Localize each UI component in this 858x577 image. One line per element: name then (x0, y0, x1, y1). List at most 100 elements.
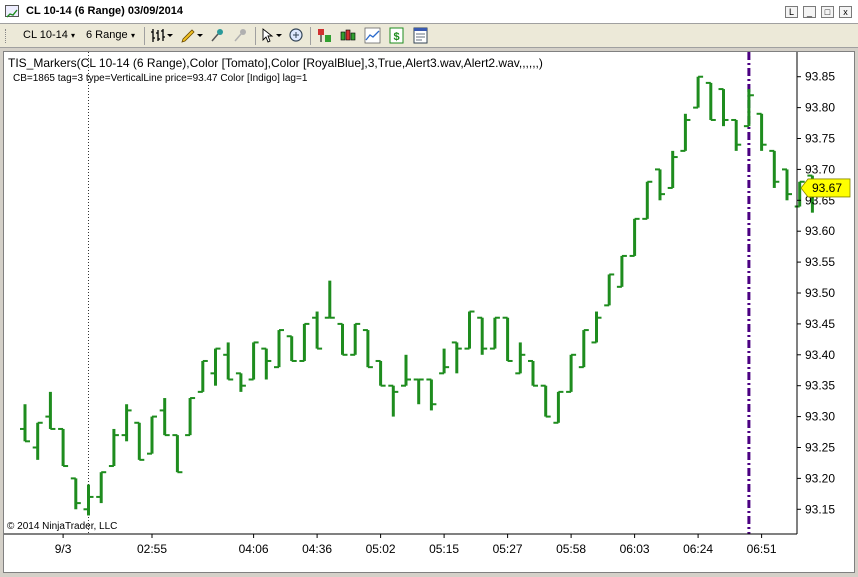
ohlc-bar (743, 89, 754, 128)
ohlc-bar (274, 329, 284, 369)
ohlc-bar (248, 341, 259, 381)
y-tick-label: 93.60 (805, 224, 835, 238)
ohlc-bar (413, 378, 424, 405)
current-price-badge: 93.67 (800, 178, 851, 198)
ohlc-bar (83, 484, 94, 516)
close-button[interactable]: x (839, 6, 852, 18)
ohlc-bar (515, 342, 526, 375)
y-tick-label: 93.75 (805, 132, 835, 146)
chart-toolbar: CL 10-14 ▾ 6 Range ▾ $ (0, 24, 858, 48)
link-button[interactable]: L (785, 6, 798, 18)
ohlc-bar (489, 316, 500, 350)
ohlc-bar (223, 342, 234, 381)
zoom-icon[interactable] (288, 27, 305, 44)
maximize-button[interactable]: □ (821, 6, 834, 18)
strategies-icon[interactable] (316, 27, 333, 44)
y-tick-label: 93.45 (805, 317, 835, 331)
y-tick-label: 93.35 (805, 379, 835, 393)
window-title: CL 10-14 (6 Range) 03/09/2014 (26, 5, 183, 17)
y-tick-label: 93.50 (805, 286, 835, 300)
x-tick-label: 06:51 (747, 542, 777, 556)
marker-info-label: CB=1865 tag=3 type=VerticalLine price=93… (13, 73, 308, 84)
svg-text:$: $ (393, 31, 399, 43)
ohlc-bar (769, 149, 780, 188)
ohlc-bar (185, 397, 196, 437)
unpin-icon[interactable] (232, 27, 249, 44)
period-dropdown-icon[interactable]: ▾ (131, 31, 135, 40)
ohlc-bar (299, 322, 310, 362)
ohlc-bar (591, 311, 602, 344)
instrument-dropdown-icon[interactable]: ▾ (71, 31, 75, 40)
ohlc-bar (464, 310, 475, 350)
ohlc-bar (235, 372, 246, 392)
ohlc-bar (782, 168, 792, 201)
x-tick-label: 06:03 (620, 542, 650, 556)
indicators-icon[interactable] (340, 27, 357, 44)
period-selector[interactable]: 6 Range (86, 29, 128, 41)
ohlc-bar (401, 354, 411, 387)
x-tick-label: 9/3 (55, 542, 72, 556)
ohlc-bar (655, 168, 665, 201)
ohlc-bar (58, 427, 69, 468)
ohlc-bar (756, 112, 767, 151)
ohlc-bar (477, 316, 488, 355)
ohlc-bar (286, 335, 297, 362)
y-tick-label: 93.80 (805, 101, 835, 115)
copyright-label: © 2014 NinjaTrader, LLC (7, 521, 117, 532)
ohlc-bar (375, 359, 386, 387)
bar-type-icon[interactable] (150, 27, 173, 44)
ohlc-bar (45, 391, 56, 430)
price-chart[interactable]: 93.8593.8093.7593.7093.6593.6093.5593.50… (4, 52, 854, 572)
ohlc-bar (629, 217, 640, 257)
line-chart-icon[interactable] (364, 27, 381, 44)
x-tick-label: 05:27 (493, 542, 523, 556)
ohlc-bar (705, 81, 716, 121)
y-tick-label: 93.15 (805, 502, 835, 516)
ohlc-bar (134, 421, 145, 461)
toolbar-grip[interactable] (5, 29, 9, 43)
ohlc-bar (350, 322, 361, 356)
ohlc-bar (426, 378, 437, 411)
ohlc-bar (159, 398, 170, 437)
ohlc-bar (693, 75, 704, 109)
ohlc-bar (680, 113, 691, 152)
ohlc-bar (439, 348, 450, 375)
dollar-icon[interactable]: $ (388, 27, 405, 44)
properties-icon[interactable] (412, 27, 429, 44)
ohlc-bar (108, 428, 119, 468)
ohlc-bar (731, 118, 742, 151)
toolbar-separator (255, 27, 256, 45)
toolbar-separator (310, 27, 311, 45)
ohlc-bar (616, 254, 627, 288)
ohlc-bar (667, 150, 678, 189)
ohlc-bar (312, 311, 323, 350)
ohlc-bar (197, 359, 208, 393)
y-tick-label: 93.55 (805, 255, 835, 269)
y-tick-label: 93.70 (805, 162, 835, 176)
window-titlebar: CL 10-14 (6 Range) 03/09/2014 L _ □ x (0, 0, 858, 24)
ohlc-bar (70, 477, 81, 510)
x-tick-label: 05:15 (429, 542, 459, 556)
ohlc-bar (540, 384, 551, 418)
minimize-button[interactable]: _ (803, 6, 816, 18)
drawing-tools-icon[interactable] (180, 27, 203, 44)
instrument-selector[interactable]: CL 10-14 (23, 29, 68, 41)
y-tick-label: 93.85 (805, 70, 835, 84)
ohlc-bar (451, 341, 462, 374)
ohlc-bar (528, 359, 538, 387)
ohlc-bar (210, 347, 221, 386)
ohlc-bar (121, 404, 132, 442)
x-tick-label: 06:24 (683, 542, 713, 556)
ohlc-bar (604, 273, 615, 307)
cursor-select-icon[interactable] (260, 27, 282, 44)
ohlc-bar (261, 347, 272, 380)
pin-icon[interactable] (209, 27, 226, 44)
x-tick-label: 05:02 (366, 542, 396, 556)
y-tick-label: 93.20 (805, 471, 835, 485)
y-tick-label: 93.25 (805, 440, 835, 454)
ohlc-bar (566, 353, 577, 393)
indicator-label: TIS_Markers(CL 10-14 (6 Range),Color [To… (8, 56, 543, 70)
ohlc-bar (32, 421, 43, 460)
chart-panel[interactable]: 93.85 93.80 93.75 93.70 93.65 93.60 93.55 93.50… (3, 51, 855, 573)
ohlc-bar (96, 471, 107, 504)
